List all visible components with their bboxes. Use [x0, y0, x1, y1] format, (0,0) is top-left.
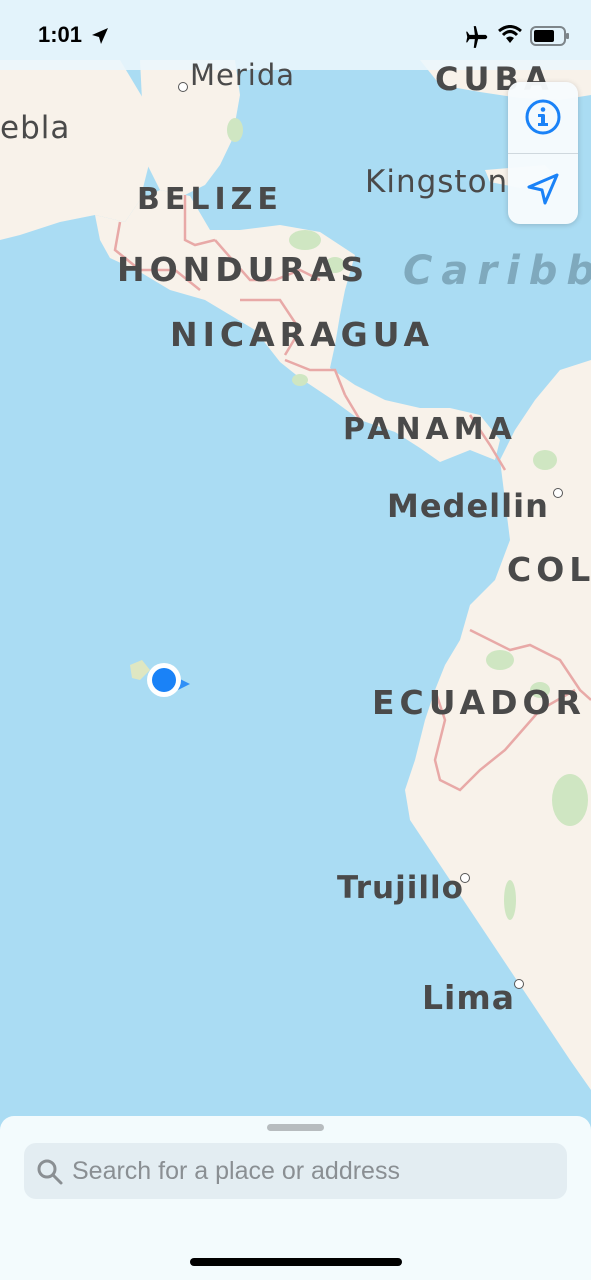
search-placeholder: Search for a place or address [72, 1157, 400, 1185]
label-country: PANAMA [343, 412, 517, 447]
search-icon [37, 1159, 63, 1185]
battery-icon [530, 26, 569, 46]
label-country: COL [507, 550, 591, 589]
location-services-icon [92, 28, 108, 44]
wifi-icon [498, 25, 522, 43]
label-city: Merida [190, 58, 296, 92]
map-controls [508, 82, 578, 224]
label-sea: Caribb [403, 248, 591, 294]
bottom-sheet: Search for a place or address [0, 1116, 591, 1280]
city-marker [553, 488, 563, 498]
location-arrow-icon [527, 173, 559, 205]
sheet-grabber[interactable] [267, 1124, 324, 1131]
user-location-marker[interactable] [140, 656, 196, 706]
info-button[interactable] [508, 82, 578, 152]
label-country: NICARAGUA [170, 315, 435, 354]
airplane-mode-icon [466, 26, 488, 48]
label-city: Trujillo [337, 870, 464, 906]
label-country: BELIZE [137, 182, 283, 217]
search-input[interactable]: Search for a place or address [24, 1143, 567, 1199]
city-marker [460, 873, 470, 883]
city-marker [514, 979, 524, 989]
info-icon [525, 99, 561, 135]
tracking-button[interactable] [508, 154, 578, 224]
label-city: Medellin [387, 487, 549, 525]
city-marker [178, 82, 188, 92]
status-time: 1:01 [38, 22, 83, 47]
label-country: HONDURAS [117, 250, 370, 289]
label-city: ebla [0, 110, 71, 146]
label-city: Kingston [365, 164, 509, 200]
home-indicator[interactable] [190, 1258, 402, 1266]
label-country: ECUADOR [372, 683, 586, 722]
label-city: Lima [422, 978, 515, 1017]
